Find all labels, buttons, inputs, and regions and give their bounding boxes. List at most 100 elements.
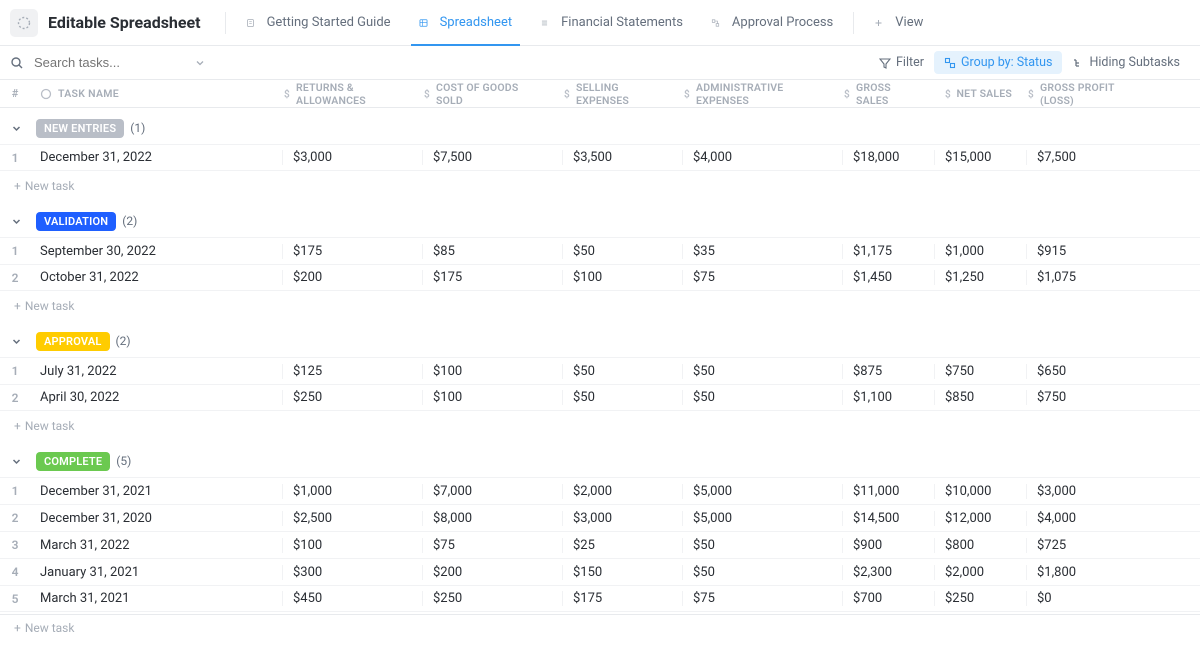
- cell-net-sales[interactable]: $1,250: [934, 270, 1026, 285]
- new-task-button[interactable]: New task: [0, 413, 1200, 439]
- chevron-down-icon[interactable]: [8, 333, 24, 349]
- cell-gross-sales[interactable]: $1,175: [842, 244, 934, 259]
- table-row[interactable]: 2October 31, 2022$200$175$100$75$1,450$1…: [0, 264, 1200, 291]
- cell-admin[interactable]: $75: [682, 270, 842, 285]
- col-header-gross-profit[interactable]: $GROSS PROFIT (LOSS): [1026, 81, 1146, 107]
- cell-gross-sales[interactable]: $875: [842, 364, 934, 379]
- cell-gross-profit[interactable]: $750: [1026, 390, 1146, 405]
- cell-net-sales[interactable]: $2,000: [934, 565, 1026, 580]
- cell-selling[interactable]: $2,000: [562, 484, 682, 499]
- cell-gross-sales[interactable]: $900: [842, 538, 934, 553]
- groupby-button[interactable]: Group by: Status: [934, 51, 1063, 74]
- cell-returns[interactable]: $450: [282, 591, 422, 606]
- cell-selling[interactable]: $150: [562, 565, 682, 580]
- cell-gross-profit[interactable]: $1,800: [1026, 565, 1146, 580]
- cell-gross-sales[interactable]: $18,000: [842, 150, 934, 165]
- cell-gross-profit[interactable]: $915: [1026, 244, 1146, 259]
- cell-admin[interactable]: $50: [682, 364, 842, 379]
- cell-net-sales[interactable]: $750: [934, 364, 1026, 379]
- cell-cogs[interactable]: $175: [422, 270, 562, 285]
- cell-admin[interactable]: $50: [682, 565, 842, 580]
- cell-cogs[interactable]: $200: [422, 565, 562, 580]
- task-name-cell[interactable]: September 30, 2022: [30, 244, 282, 259]
- col-header-task-name[interactable]: TASK NAME: [30, 87, 282, 100]
- table-row[interactable]: 1September 30, 2022$175$85$50$35$1,175$1…: [0, 237, 1200, 264]
- new-task-button[interactable]: New task: [0, 614, 1200, 640]
- group-header[interactable]: VALIDATION(2): [0, 205, 1200, 237]
- cell-cogs[interactable]: $100: [422, 364, 562, 379]
- cell-gross-profit[interactable]: $0: [1026, 591, 1146, 606]
- task-name-cell[interactable]: December 31, 2022: [30, 150, 282, 165]
- tab-spreadsheet[interactable]: Spreadsheet: [405, 0, 527, 46]
- cell-returns[interactable]: $2,500: [282, 511, 422, 526]
- cell-selling[interactable]: $50: [562, 390, 682, 405]
- task-name-cell[interactable]: July 31, 2022: [30, 364, 282, 379]
- cell-cogs[interactable]: $7,000: [422, 484, 562, 499]
- cell-gross-profit[interactable]: $650: [1026, 364, 1146, 379]
- cell-admin[interactable]: $35: [682, 244, 842, 259]
- tab-getting-started[interactable]: Getting Started Guide: [232, 0, 405, 46]
- status-badge[interactable]: VALIDATION: [36, 212, 116, 231]
- cell-gross-sales[interactable]: $11,000: [842, 484, 934, 499]
- cell-returns[interactable]: $250: [282, 390, 422, 405]
- search-box[interactable]: [10, 51, 210, 74]
- cell-cogs[interactable]: $85: [422, 244, 562, 259]
- cell-returns[interactable]: $1,000: [282, 484, 422, 499]
- cell-gross-profit[interactable]: $4,000: [1026, 511, 1146, 526]
- table-row[interactable]: 1December 31, 2021$1,000$7,000$2,000$5,0…: [0, 477, 1200, 504]
- group-header[interactable]: APPROVAL(2): [0, 325, 1200, 357]
- cell-admin[interactable]: $50: [682, 538, 842, 553]
- table-row[interactable]: 1December 31, 2022$3,000$7,500$3,500$4,0…: [0, 144, 1200, 171]
- cell-admin[interactable]: $75: [682, 591, 842, 606]
- cell-net-sales[interactable]: $800: [934, 538, 1026, 553]
- cell-returns[interactable]: $175: [282, 244, 422, 259]
- cell-gross-sales[interactable]: $1,100: [842, 390, 934, 405]
- cell-net-sales[interactable]: $250: [934, 591, 1026, 606]
- cell-selling[interactable]: $100: [562, 270, 682, 285]
- col-header-admin[interactable]: $ADMINISTRATIVE EXPENSES: [682, 81, 842, 107]
- col-header-gross-sales[interactable]: $GROSS SALES: [842, 81, 934, 107]
- cell-selling[interactable]: $25: [562, 538, 682, 553]
- cell-net-sales[interactable]: $10,000: [934, 484, 1026, 499]
- cell-selling[interactable]: $175: [562, 591, 682, 606]
- status-badge[interactable]: NEW ENTRIES: [36, 119, 124, 138]
- tab-financial-statements[interactable]: Financial Statements: [526, 0, 697, 46]
- col-header-selling[interactable]: $SELLING EXPENSES: [562, 81, 682, 107]
- cell-gross-profit[interactable]: $7,500: [1026, 150, 1146, 165]
- table-row[interactable]: 3March 31, 2022$100$75$25$50$900$800$725: [0, 531, 1200, 558]
- group-header[interactable]: NEW ENTRIES(1): [0, 112, 1200, 144]
- cell-returns[interactable]: $3,000: [282, 150, 422, 165]
- task-name-cell[interactable]: March 31, 2022: [30, 538, 282, 553]
- cell-cogs[interactable]: $250: [422, 591, 562, 606]
- cell-admin[interactable]: $50: [682, 390, 842, 405]
- new-task-button[interactable]: New task: [0, 173, 1200, 199]
- group-header[interactable]: COMPLETE(5): [0, 445, 1200, 477]
- chevron-down-icon[interactable]: [8, 213, 24, 229]
- table-row[interactable]: 5March 31, 2021$450$250$175$75$700$250$0: [0, 585, 1200, 612]
- status-badge[interactable]: APPROVAL: [36, 332, 110, 351]
- cell-gross-sales[interactable]: $1,450: [842, 270, 934, 285]
- cell-returns[interactable]: $200: [282, 270, 422, 285]
- hiding-subtasks-button[interactable]: Hiding Subtasks: [1062, 51, 1190, 74]
- cell-admin[interactable]: $5,000: [682, 511, 842, 526]
- table-row[interactable]: 2April 30, 2022$250$100$50$50$1,100$850$…: [0, 384, 1200, 411]
- task-name-cell[interactable]: October 31, 2022: [30, 270, 282, 285]
- search-input[interactable]: [28, 51, 168, 74]
- filter-button[interactable]: Filter: [869, 51, 934, 74]
- cell-admin[interactable]: $4,000: [682, 150, 842, 165]
- cell-gross-sales[interactable]: $2,300: [842, 565, 934, 580]
- cell-selling[interactable]: $50: [562, 364, 682, 379]
- status-badge[interactable]: COMPLETE: [36, 452, 110, 471]
- table-row[interactable]: 2December 31, 2020$2,500$8,000$3,000$5,0…: [0, 504, 1200, 531]
- chevron-down-icon[interactable]: [8, 120, 24, 136]
- task-name-cell[interactable]: April 30, 2022: [30, 390, 282, 405]
- cell-cogs[interactable]: $8,000: [422, 511, 562, 526]
- task-name-cell[interactable]: December 31, 2021: [30, 484, 282, 499]
- tab-add-view[interactable]: View: [860, 0, 937, 46]
- new-task-button[interactable]: New task: [0, 293, 1200, 319]
- cell-cogs[interactable]: $75: [422, 538, 562, 553]
- task-name-cell[interactable]: January 31, 2021: [30, 565, 282, 580]
- col-header-net-sales[interactable]: $NET SALES: [934, 87, 1026, 100]
- cell-returns[interactable]: $100: [282, 538, 422, 553]
- cell-net-sales[interactable]: $850: [934, 390, 1026, 405]
